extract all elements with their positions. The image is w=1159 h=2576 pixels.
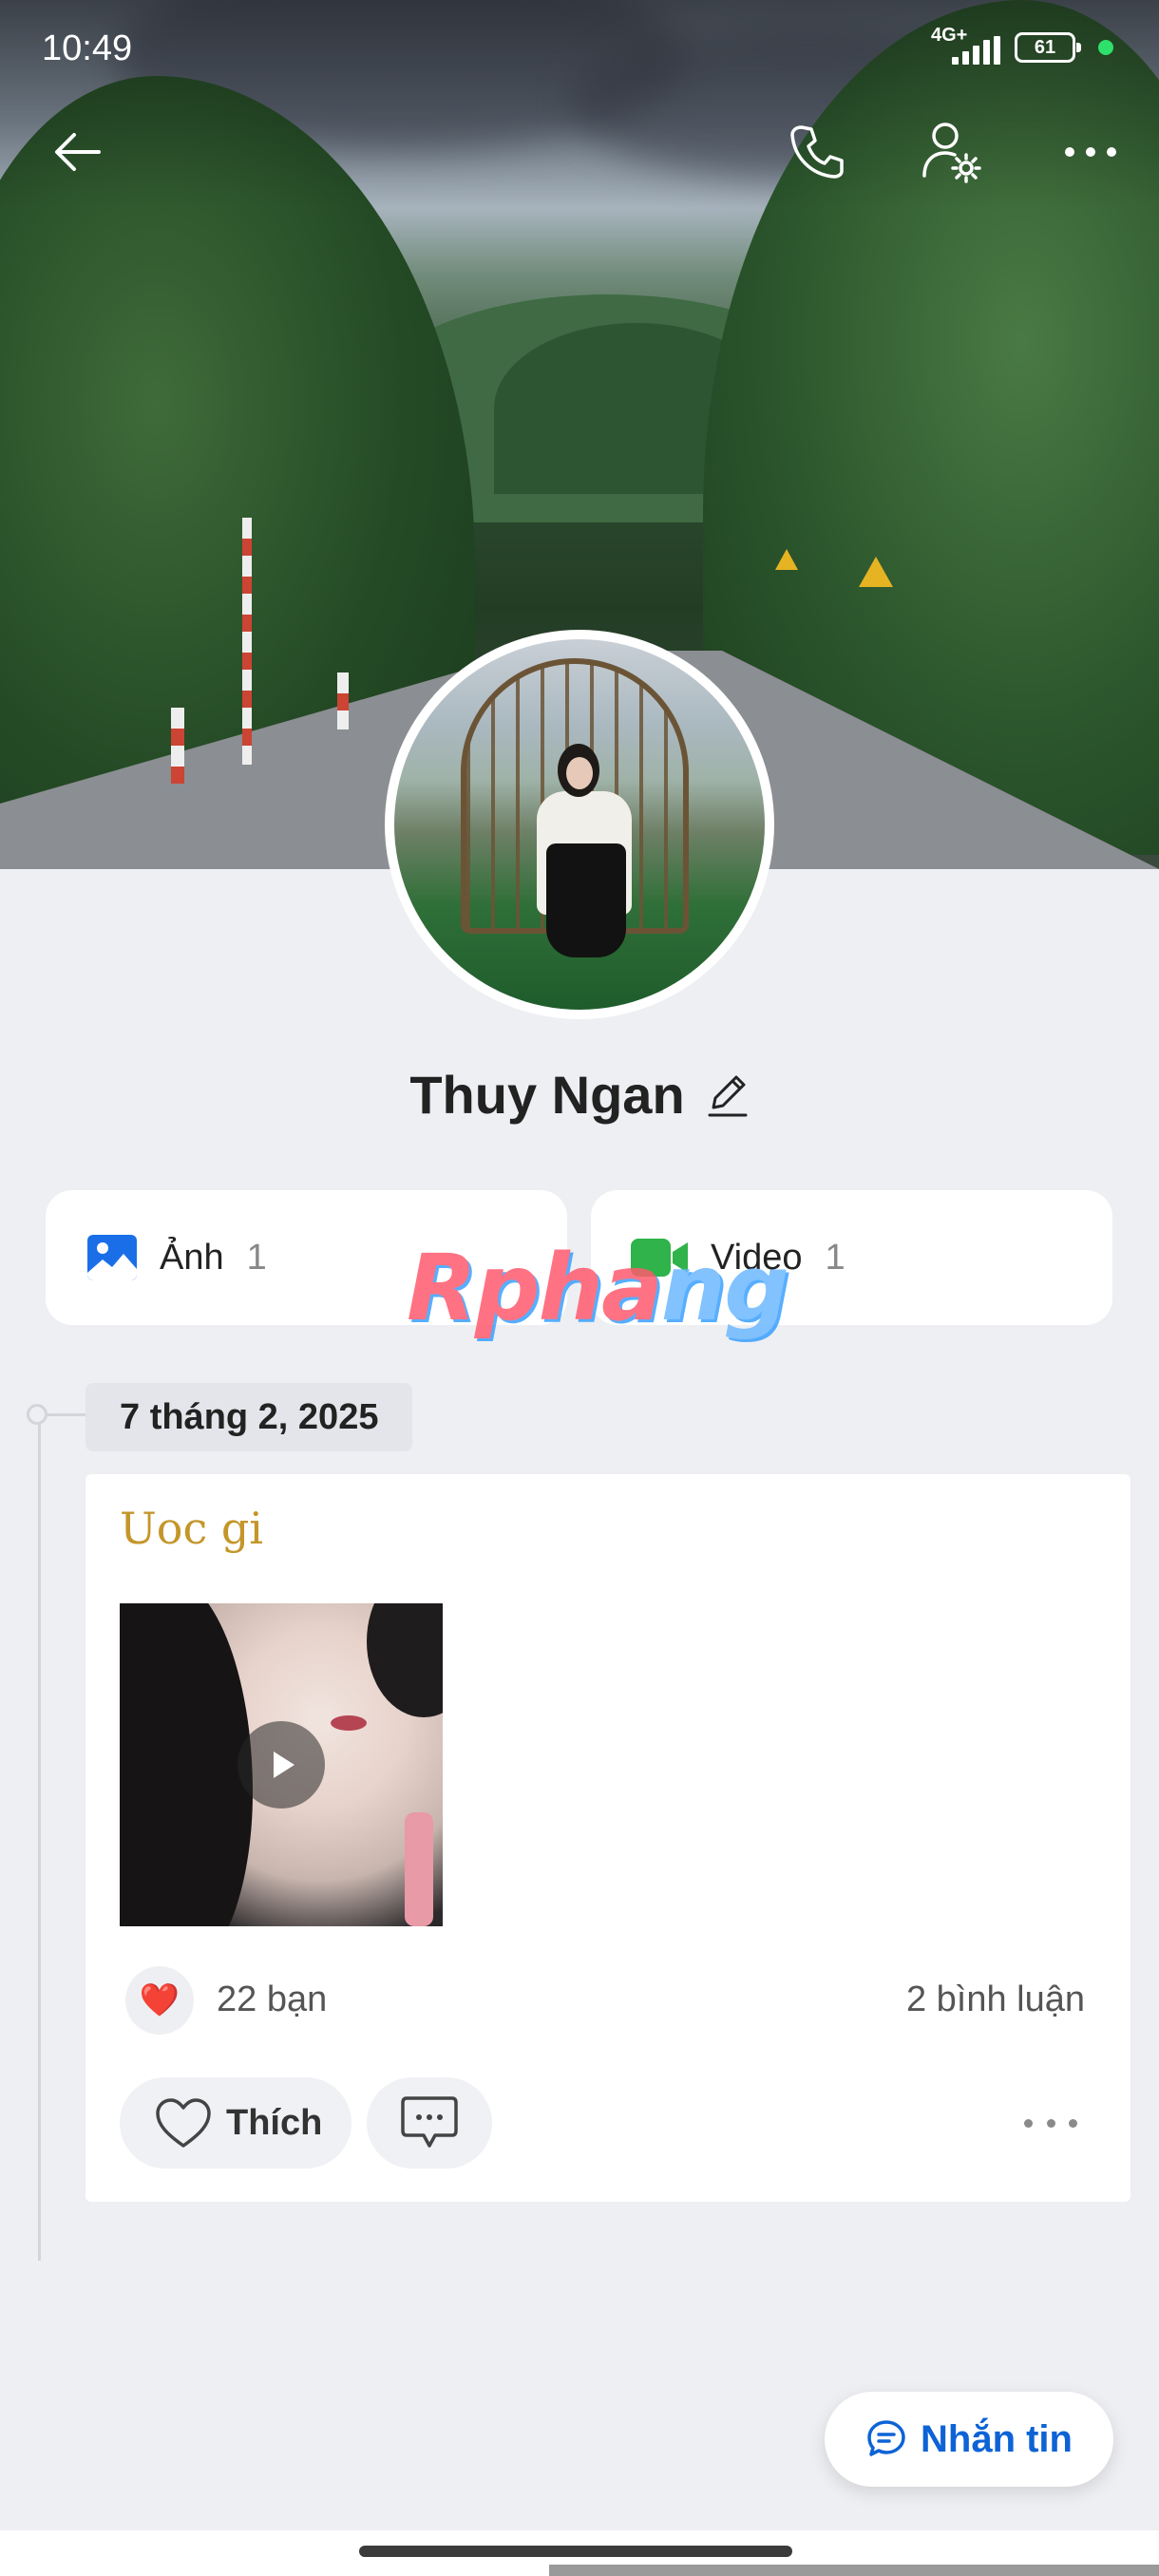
photos-count: 1 <box>246 1237 267 1278</box>
arrow-left-icon <box>55 133 101 171</box>
play-icon <box>274 1752 294 1778</box>
videos-count: 1 <box>825 1237 846 1278</box>
call-button[interactable] <box>779 114 855 190</box>
photos-label: Ảnh <box>160 1237 224 1278</box>
status-time: 10:49 <box>42 28 133 68</box>
like-label: Thích <box>226 2102 323 2143</box>
timeline-dot <box>27 1404 48 1425</box>
signal-icon <box>952 36 1001 65</box>
pencil-icon[interactable] <box>706 1071 750 1119</box>
privacy-indicator-dot <box>1098 40 1113 55</box>
play-button[interactable] <box>238 1721 325 1809</box>
send-message-button[interactable]: Nhắn tin <box>825 2392 1113 2487</box>
bottom-bar-overlay <box>549 2565 1159 2576</box>
more-horizontal-icon <box>1065 147 1116 157</box>
profile-name-row: Thuy Ngan <box>0 1064 1159 1126</box>
profile-name: Thuy Ngan <box>409 1065 685 1125</box>
post-title: Uoc gi <box>120 1503 264 1554</box>
timeline-connector <box>48 1413 86 1416</box>
timeline-line <box>38 1415 41 2261</box>
phone-icon <box>790 125 844 179</box>
chat-bubble-icon <box>867 2420 905 2456</box>
heart-emoji-icon: ❤️ <box>139 1982 180 2018</box>
post-more-options-button[interactable] <box>1024 2115 1077 2131</box>
send-message-label: Nhắn tin <box>921 2417 1073 2460</box>
reaction-heart-bubble[interactable]: ❤️ <box>125 1966 194 2035</box>
timeline-post-card[interactable]: Uoc gi ❤️ 22 bạn 2 bình luận Thích <box>86 1474 1130 2202</box>
status-bar: 10:49 4G+ 61 <box>0 0 1159 95</box>
home-indicator[interactable] <box>359 2546 792 2557</box>
comment-count[interactable]: 2 bình luận <box>906 1979 1085 2020</box>
watermark-logo: Rphang <box>407 1235 789 1341</box>
comment-button[interactable] <box>367 2077 492 2169</box>
reaction-count[interactable]: 22 bạn <box>217 1979 327 2020</box>
profile-avatar[interactable] <box>385 630 774 1019</box>
battery-icon: 61 <box>1015 32 1081 63</box>
post-video-thumbnail[interactable] <box>120 1603 443 1926</box>
back-button[interactable] <box>40 114 116 190</box>
timeline-date: 7 tháng 2, 2025 <box>86 1383 413 1451</box>
person-gear-icon <box>922 123 981 183</box>
heart-outline-icon <box>156 2098 211 2148</box>
profile-settings-button[interactable] <box>914 114 990 190</box>
image-icon <box>87 1235 137 1280</box>
like-button[interactable]: Thích <box>120 2077 352 2169</box>
comment-icon <box>401 2096 458 2148</box>
more-options-button[interactable] <box>1053 114 1129 190</box>
